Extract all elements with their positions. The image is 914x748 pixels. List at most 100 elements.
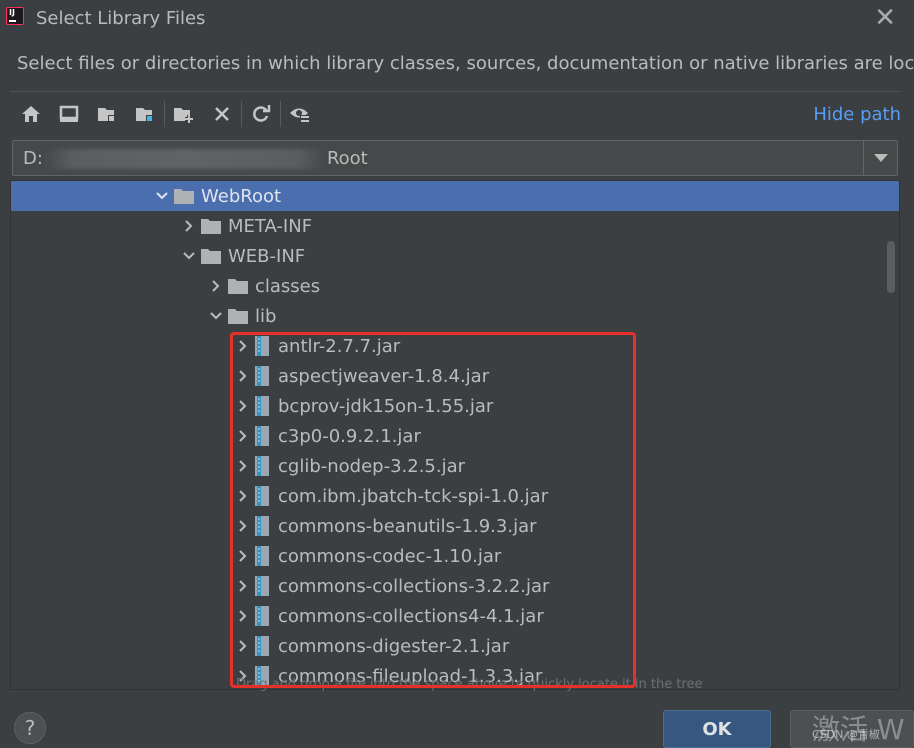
home-icon bbox=[22, 106, 40, 122]
chevron-right-icon[interactable] bbox=[232, 575, 254, 597]
tree-node-label: commons-collections4-4.1.jar bbox=[278, 605, 544, 627]
jar-icon bbox=[254, 545, 270, 567]
path-input[interactable]: D: Root bbox=[23, 148, 368, 169]
folder-row[interactable]: lib bbox=[11, 301, 899, 331]
dialog-title: Select Library Files bbox=[36, 8, 206, 29]
refresh-icon bbox=[253, 105, 271, 122]
chevron-right-icon[interactable] bbox=[232, 635, 254, 657]
help-button[interactable]: ? bbox=[14, 712, 46, 744]
delete-icon bbox=[215, 107, 229, 121]
jar-file-row[interactable]: bcprov-jdk15on-1.55.jar bbox=[11, 391, 899, 421]
tree-node-label: cglib-nodep-3.2.5.jar bbox=[278, 455, 466, 477]
module-folder-button[interactable] bbox=[126, 98, 164, 130]
jar-file-row[interactable]: cglib-nodep-3.2.5.jar bbox=[11, 451, 899, 481]
jar-icon bbox=[254, 635, 270, 657]
dialog-description: Select files or directories in which lib… bbox=[17, 53, 914, 74]
chevron-right-icon[interactable] bbox=[232, 395, 254, 417]
chevron-right-icon[interactable] bbox=[232, 425, 254, 447]
folder-icon bbox=[227, 307, 249, 325]
tree-node-label: WebRoot bbox=[201, 185, 282, 207]
chevron-right-icon[interactable] bbox=[232, 365, 254, 387]
intellij-logo-icon: IJ bbox=[6, 7, 24, 25]
hide-path-link[interactable]: Hide path bbox=[813, 104, 901, 125]
chevron-right-icon[interactable] bbox=[205, 275, 227, 297]
chevron-right-icon[interactable] bbox=[232, 485, 254, 507]
chevron-down-icon[interactable] bbox=[151, 185, 173, 207]
path-suffix: Root bbox=[326, 148, 368, 169]
jar-file-row[interactable]: commons-digester-2.1.jar bbox=[11, 631, 899, 661]
jar-file-row[interactable]: c3p0-0.9.2.1.jar bbox=[11, 421, 899, 451]
tree-node-label: WEB-INF bbox=[228, 245, 306, 267]
tree-node-label: c3p0-0.9.2.1.jar bbox=[278, 425, 421, 447]
tree-node-label: commons-digester-2.1.jar bbox=[278, 635, 510, 657]
tree-node-label: aspectjweaver-1.8.4.jar bbox=[278, 365, 490, 387]
tree-node-label: commons-codec-1.10.jar bbox=[278, 545, 502, 567]
tree-node-label: commons-collections-3.2.2.jar bbox=[278, 575, 550, 597]
folder-row[interactable]: WEB-INF bbox=[11, 241, 899, 271]
jar-file-row[interactable]: aspectjweaver-1.8.4.jar bbox=[11, 361, 899, 391]
folder-row[interactable]: META-INF bbox=[11, 211, 899, 241]
jar-icon bbox=[254, 335, 270, 357]
jar-file-row[interactable]: commons-collections-3.2.2.jar bbox=[11, 571, 899, 601]
redacted-path bbox=[44, 149, 325, 169]
tree-node-label: classes bbox=[255, 275, 321, 297]
chevron-down-icon[interactable] bbox=[205, 305, 227, 327]
folder-row[interactable]: WebRoot bbox=[11, 181, 899, 211]
folder-icon bbox=[227, 277, 249, 295]
folder-icon bbox=[200, 217, 222, 235]
jar-icon bbox=[254, 605, 270, 627]
tree-node-label: bcprov-jdk15on-1.55.jar bbox=[278, 395, 494, 417]
folder-row[interactable]: classes bbox=[11, 271, 899, 301]
path-combobox[interactable]: D: Root bbox=[12, 140, 898, 176]
chevron-right-icon[interactable] bbox=[178, 215, 200, 237]
tree-node-label: antlr-2.7.7.jar bbox=[278, 335, 401, 357]
show-hidden-icon bbox=[290, 108, 310, 124]
close-button[interactable]: ✕ bbox=[874, 5, 896, 31]
tree-node-label: lib bbox=[255, 305, 277, 327]
refresh-button[interactable] bbox=[242, 98, 280, 130]
chevron-down-icon[interactable] bbox=[178, 245, 200, 267]
path-prefix: D: bbox=[23, 148, 43, 169]
delete-button[interactable] bbox=[203, 98, 241, 130]
chevron-right-icon[interactable] bbox=[232, 515, 254, 537]
jar-icon bbox=[254, 575, 270, 597]
show-hidden-button[interactable] bbox=[281, 98, 319, 130]
chevron-right-icon[interactable] bbox=[232, 335, 254, 357]
jar-icon bbox=[254, 515, 270, 537]
jar-icon bbox=[254, 485, 270, 507]
new-folder-icon bbox=[174, 108, 193, 123]
project-folder-icon bbox=[98, 108, 115, 122]
jar-icon bbox=[254, 455, 270, 477]
ok-button[interactable]: OK bbox=[663, 710, 771, 748]
drag-drop-hint: Drag and drop a file into the space abov… bbox=[236, 677, 703, 692]
title-bar: IJ Select Library Files ✕ bbox=[0, 0, 914, 40]
jar-icon bbox=[254, 395, 270, 417]
jar-file-row[interactable]: antlr-2.7.7.jar bbox=[11, 331, 899, 361]
tree-node-label: META-INF bbox=[228, 215, 313, 237]
jar-icon bbox=[254, 365, 270, 387]
chevron-right-icon[interactable] bbox=[232, 605, 254, 627]
file-chooser-toolbar bbox=[12, 98, 319, 130]
tree-scrollbar[interactable] bbox=[887, 241, 895, 293]
desktop-icon bbox=[59, 105, 79, 122]
jar-file-row[interactable]: commons-beanutils-1.9.3.jar bbox=[11, 511, 899, 541]
tree-node-label: commons-beanutils-1.9.3.jar bbox=[278, 515, 537, 537]
file-tree[interactable]: commons-fileupload-1.3.3.jar commons-dige… bbox=[10, 180, 900, 690]
tree-node-label: com.ibm.jbatch-tck-spi-1.0.jar bbox=[278, 485, 549, 507]
path-dropdown-button[interactable] bbox=[863, 141, 897, 175]
home-button[interactable] bbox=[12, 98, 50, 130]
jar-file-row[interactable]: commons-collections4-4.1.jar bbox=[11, 601, 899, 631]
jar-icon bbox=[254, 425, 270, 447]
folder-icon bbox=[173, 187, 195, 205]
jar-file-row[interactable]: commons-codec-1.10.jar bbox=[11, 541, 899, 571]
chevron-right-icon[interactable] bbox=[232, 545, 254, 567]
jar-file-row[interactable]: com.ibm.jbatch-tck-spi-1.0.jar bbox=[11, 481, 899, 511]
folder-icon bbox=[200, 247, 222, 265]
watermark-credit: CSDN @青椒 bbox=[812, 728, 880, 741]
divider bbox=[10, 91, 900, 92]
desktop-button[interactable] bbox=[50, 98, 88, 130]
module-folder-icon bbox=[136, 108, 153, 122]
project-folder-button[interactable] bbox=[88, 98, 126, 130]
new-folder-button[interactable] bbox=[165, 98, 203, 130]
chevron-right-icon[interactable] bbox=[232, 455, 254, 477]
